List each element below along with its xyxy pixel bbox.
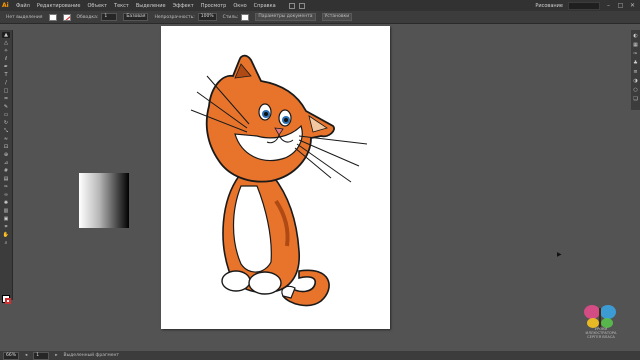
transparency-panel-icon[interactable]: ◑ <box>633 78 639 84</box>
fill-stroke-widget[interactable] <box>2 295 11 304</box>
tools-panel: ▲ △ ✧ ℓ ✒ T / □ ♒ ✎ ▭ ↻ ⤡ ≈ ⊡ ⊕ ⊿ # ▤ ✑ … <box>0 30 13 304</box>
opacity-field[interactable]: 100% <box>197 13 217 21</box>
cat-right-pupil <box>284 118 288 122</box>
scale-icon[interactable]: ⤡ <box>2 128 10 134</box>
mesh-icon[interactable]: # <box>2 168 10 174</box>
gradient-icon[interactable]: ▤ <box>2 176 10 182</box>
preferences-button[interactable]: Установки <box>321 13 353 21</box>
graph-icon[interactable]: ▥ <box>2 208 10 214</box>
search-input[interactable] <box>568 1 600 10</box>
app-logo: Ai <box>2 2 9 9</box>
menu-effect[interactable]: Эффект <box>173 3 194 9</box>
lasso-icon[interactable]: ℓ <box>2 56 10 62</box>
gradient-rectangle[interactable] <box>79 173 129 228</box>
workspace-switcher[interactable]: Рисование <box>535 3 563 9</box>
stroke-label: Обводка: <box>76 14 99 20</box>
mouse-cursor-icon: ▶ <box>557 251 562 258</box>
stroke-panel-icon[interactable]: ≡ <box>633 69 639 75</box>
swatches-panel-icon[interactable]: ▦ <box>633 42 639 48</box>
shape-builder-icon[interactable]: ⊕ <box>2 152 10 158</box>
watermark-line-2: СЕРГЕЯ ВЛАСА <box>587 335 615 339</box>
menu-object[interactable]: Объект <box>87 3 107 9</box>
menu-type[interactable]: Текст <box>114 3 129 9</box>
slice-icon[interactable]: ⌗ <box>2 224 10 230</box>
rectangle-icon[interactable]: □ <box>2 88 10 94</box>
direct-selection-icon[interactable]: △ <box>2 40 10 46</box>
control-bar: Нет выделения Обводка: 1 Базовая Непрозр… <box>0 11 640 24</box>
graphic-style-swatch[interactable] <box>241 13 250 21</box>
bridge-icon[interactable] <box>288 2 295 9</box>
cat-left-foot <box>221 270 251 292</box>
panel-dock: ◐ ▦ ✑ ♣ ≡ ◑ ○ ❏ <box>631 30 640 110</box>
artboard[interactable] <box>161 26 390 329</box>
eyedropper-icon[interactable]: ✑ <box>2 184 10 190</box>
close-icon[interactable]: ✕ <box>629 2 636 9</box>
menu-bar: Ai Файл Редактирование Объект Текст Выде… <box>0 0 640 11</box>
symbols-panel-icon[interactable]: ♣ <box>633 60 639 66</box>
cat-left-pupil <box>264 112 268 116</box>
pencil-icon[interactable]: ✎ <box>2 104 10 110</box>
stroke-swatch[interactable] <box>62 13 71 21</box>
opacity-label: Непрозрачность: <box>154 14 195 20</box>
minimize-icon[interactable]: – <box>605 2 612 9</box>
blend-icon[interactable]: ∞ <box>2 192 10 198</box>
menubar-right: Рисование – □ ✕ <box>535 0 640 11</box>
prev-artboard-icon[interactable]: ◂ <box>25 353 27 358</box>
hand-icon[interactable]: ✋ <box>2 232 10 238</box>
stroke-color-icon[interactable] <box>5 298 11 304</box>
menu-file[interactable]: Файл <box>16 3 30 9</box>
pen-icon[interactable]: ✒ <box>2 64 10 70</box>
selection-tool-icon[interactable]: ▲ <box>2 32 10 38</box>
width-icon[interactable]: ≈ <box>2 136 10 142</box>
eraser-icon[interactable]: ▭ <box>2 112 10 118</box>
rotate-icon[interactable]: ↻ <box>2 120 10 126</box>
fill-swatch[interactable] <box>48 13 57 21</box>
menu-edit[interactable]: Редактирование <box>37 3 81 9</box>
paintbrush-icon[interactable]: ♒ <box>2 96 10 102</box>
appearance-panel-icon[interactable]: ○ <box>633 87 639 93</box>
artboard-icon[interactable]: ▣ <box>2 216 10 222</box>
watermark-text: УРОКИ ИЛЛЮСТРАТОРА СЕРГЕЯ ВЛАСА <box>579 327 623 339</box>
free-transform-icon[interactable]: ⊡ <box>2 144 10 150</box>
cat-head <box>205 54 335 183</box>
layers-panel-icon[interactable]: ❏ <box>633 96 639 102</box>
arrange-documents-icon[interactable] <box>298 2 305 9</box>
watermark-line-1: УРОКИ ИЛЛЮСТРАТОРА <box>585 327 617 335</box>
magic-wand-icon[interactable]: ✧ <box>2 48 10 54</box>
menu-select[interactable]: Выделение <box>136 3 166 9</box>
menu-window[interactable]: Окно <box>233 3 246 9</box>
maximize-icon[interactable]: □ <box>617 2 624 9</box>
zoom-field[interactable]: 66% <box>3 351 20 360</box>
menu-help[interactable]: Справка <box>254 3 276 9</box>
brushes-panel-icon[interactable]: ✑ <box>633 51 639 57</box>
type-icon[interactable]: T <box>2 72 10 78</box>
style-label: Стиль: <box>222 14 239 20</box>
status-label: Выделенный фрагмент <box>63 353 120 358</box>
cat-illustration[interactable] <box>161 26 390 329</box>
next-artboard-icon[interactable]: ▸ <box>55 353 57 358</box>
artboard-number-field[interactable]: 1 <box>33 351 50 360</box>
perspective-icon[interactable]: ⊿ <box>2 160 10 166</box>
menubar-icons <box>288 2 305 9</box>
cat-whiskers-right <box>294 135 368 183</box>
line-icon[interactable]: / <box>2 80 10 86</box>
cat-right-foot <box>248 271 282 295</box>
menu-view[interactable]: Просмотр <box>201 3 227 9</box>
selection-status: Нет выделения <box>6 14 43 20</box>
variable-width-profile[interactable]: Базовая <box>123 13 149 21</box>
stroke-weight-field[interactable]: 1 <box>101 13 118 21</box>
zoom-icon[interactable]: ⌕ <box>2 240 10 246</box>
status-bar: 66% ◂ 1 ▸ Выделенный фрагмент <box>0 351 640 360</box>
symbol-sprayer-icon[interactable]: ✺ <box>2 200 10 206</box>
document-setup-button[interactable]: Параметры документа <box>255 13 316 21</box>
color-panel-icon[interactable]: ◐ <box>633 33 639 39</box>
